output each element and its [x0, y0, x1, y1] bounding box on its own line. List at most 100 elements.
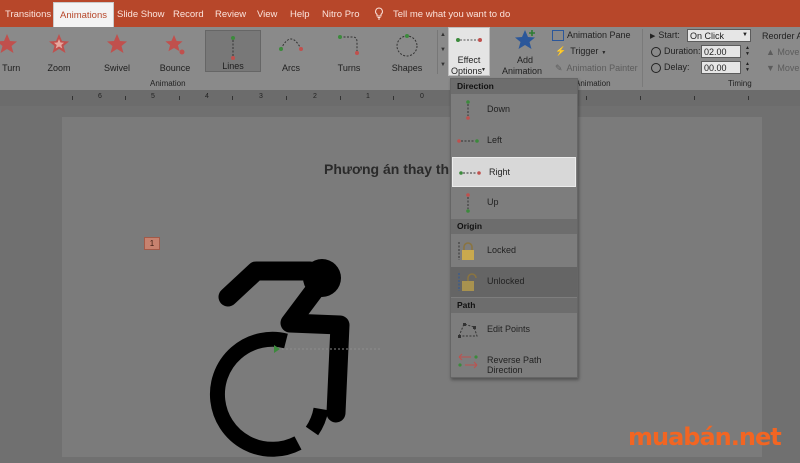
menu-item-label: Right: [489, 167, 511, 177]
start-label: Start:: [658, 30, 680, 40]
spinner-icon[interactable]: ▲ ▼: [745, 45, 750, 57]
path-header: Path: [451, 298, 577, 313]
gallery-more-icon[interactable]: ▼: [440, 62, 446, 68]
edit-points-icon: [458, 323, 478, 338]
animation-painter-label: Animation Painter: [566, 63, 638, 73]
menu-item-right[interactable]: Right: [452, 157, 576, 187]
slide-canvas[interactable]: Phương án thay th 1: [62, 117, 762, 457]
menu-item-down[interactable]: Down: [451, 95, 577, 125]
duration-value: 02.00: [704, 47, 727, 57]
tab-animations[interactable]: Animations: [53, 2, 114, 29]
trigger-button[interactable]: ⚡ Trigger ▼: [555, 46, 606, 58]
menu-item-label: Up: [487, 197, 499, 207]
gallery-item-swivel[interactable]: Swivel: [94, 29, 140, 73]
menu-item-label: Locked: [487, 245, 517, 255]
star-zoom-icon: [49, 34, 69, 53]
spinner-icon[interactable]: ▲ ▼: [745, 61, 750, 73]
menu-item-unlocked[interactable]: Unlocked: [451, 267, 577, 297]
tab-review[interactable]: Review: [215, 0, 246, 27]
shapes-path-icon: [396, 34, 418, 57]
tab-view[interactable]: View: [257, 0, 277, 27]
start-value: On Click: [690, 31, 725, 41]
slide-title[interactable]: Phương án thay th: [324, 161, 449, 177]
wheelchair-icon[interactable]: [200, 253, 380, 463]
tab-transitions[interactable]: Transitions: [5, 0, 51, 27]
add-animation-label-2: Animation: [502, 66, 543, 76]
gallery-item-turn[interactable]: & Turn: [0, 29, 30, 73]
origin-header: Origin: [451, 219, 577, 234]
tab-help[interactable]: Help: [290, 0, 310, 27]
direction-right-icon: [459, 171, 481, 175]
gallery-item-bounce[interactable]: Bounce: [152, 29, 198, 73]
ruler-number: 1: [366, 93, 370, 100]
direction-left-icon: [457, 139, 479, 143]
chevron-down-icon[interactable]: ▼: [742, 32, 748, 38]
direction-down-icon: [466, 100, 470, 120]
animation-order-badge[interactable]: 1: [144, 237, 160, 250]
gallery-item-turns[interactable]: Turns: [326, 29, 372, 73]
ruler-number: 3: [259, 93, 263, 100]
gallery-item-zoom[interactable]: Zoom: [36, 29, 82, 73]
gallery-label: Arcs: [282, 63, 300, 73]
scroll-down-icon[interactable]: ▼: [440, 47, 446, 53]
gallery-label: Zoom: [47, 63, 71, 73]
tab-slide-show[interactable]: Slide Show: [117, 0, 165, 27]
ruler-number: 2: [313, 93, 317, 100]
duration-input[interactable]: 02.00 ▲ ▼: [701, 45, 750, 58]
tab-record[interactable]: Record: [173, 0, 204, 27]
ribbon: & Turn Zoom Swivel Bounce Lines Arcs Tur…: [0, 27, 800, 91]
menu-item-left[interactable]: Left: [451, 126, 577, 156]
start-row: ▶ Start:: [650, 30, 680, 44]
menu-item-label: Reverse Path Direction: [487, 355, 542, 375]
menu-item-label: Down: [487, 104, 511, 114]
gallery-scrollbar[interactable]: ▲ ▼ ▼: [437, 30, 447, 74]
scroll-up-icon[interactable]: ▲: [440, 32, 446, 38]
move-earlier-label: Move: [777, 47, 800, 57]
tab-nitro-pro[interactable]: Nitro Pro: [322, 0, 359, 27]
reorder-title: Reorder An: [762, 31, 800, 41]
ruler-tick: [125, 96, 126, 100]
move-earlier-button[interactable]: ▲ Move: [766, 47, 799, 57]
menu-item-locked[interactable]: Locked: [451, 236, 577, 266]
start-select[interactable]: On Click ▼: [687, 29, 751, 42]
gallery-item-lines[interactable]: Lines: [205, 30, 261, 72]
ribbon-separator: [642, 29, 643, 87]
chevron-down-icon: ▼: [601, 50, 607, 56]
reverse-path-icon: [458, 353, 478, 369]
add-animation-button[interactable]: Add Animation: [500, 27, 550, 76]
ruler-number: 0: [420, 93, 424, 100]
ruler-tick: [640, 96, 641, 100]
star-turn-icon: [0, 34, 17, 53]
tell-me-search[interactable]: Tell me what you want to do: [393, 0, 510, 27]
effect-options-button[interactable]: Effect Options ▼: [448, 27, 490, 76]
menu-item-label: Left: [487, 135, 503, 145]
ruler-tick: [179, 96, 180, 100]
animation-painter-button[interactable]: ✎ Animation Painter: [555, 63, 638, 75]
add-animation-label-1: Add: [516, 55, 533, 65]
lock-icon: [458, 242, 474, 260]
watermark-logo: muabán.net: [628, 425, 782, 450]
effect-options-menu: Direction Down Left Right Up Origin Lock…: [450, 78, 578, 378]
menu-item-up[interactable]: Up: [451, 188, 577, 218]
group-label-animation: Animation: [150, 79, 186, 88]
delay-clock-icon: [651, 62, 661, 73]
brush-icon: ✎: [555, 63, 563, 73]
menu-item-edit-points[interactable]: Edit Points: [451, 315, 577, 345]
arcs-path-icon: [279, 38, 303, 51]
menu-item-reverse-path[interactable]: Reverse Path Direction: [451, 346, 577, 376]
menu-item-label: Unlocked: [487, 276, 525, 286]
effect-options-label-2: Options: [451, 66, 483, 76]
chevron-down-icon: ▼: [481, 67, 486, 73]
gallery-item-arcs[interactable]: Arcs: [268, 29, 314, 73]
direction-header: Direction: [451, 79, 577, 94]
ruler-tick: [393, 96, 394, 100]
move-later-button[interactable]: ▼ Move: [766, 63, 799, 73]
animation-pane-icon: [552, 30, 564, 42]
gallery-item-shapes[interactable]: Shapes: [384, 29, 430, 73]
group-label-advanced: Animation: [575, 79, 611, 88]
turns-path-icon: [338, 35, 359, 55]
animation-pane-button[interactable]: Animation Pane: [552, 30, 631, 42]
lines-path-icon: [231, 36, 235, 60]
group-label-timing: Timing: [728, 79, 752, 88]
delay-input[interactable]: 00.00 ▲ ▼: [701, 61, 750, 74]
